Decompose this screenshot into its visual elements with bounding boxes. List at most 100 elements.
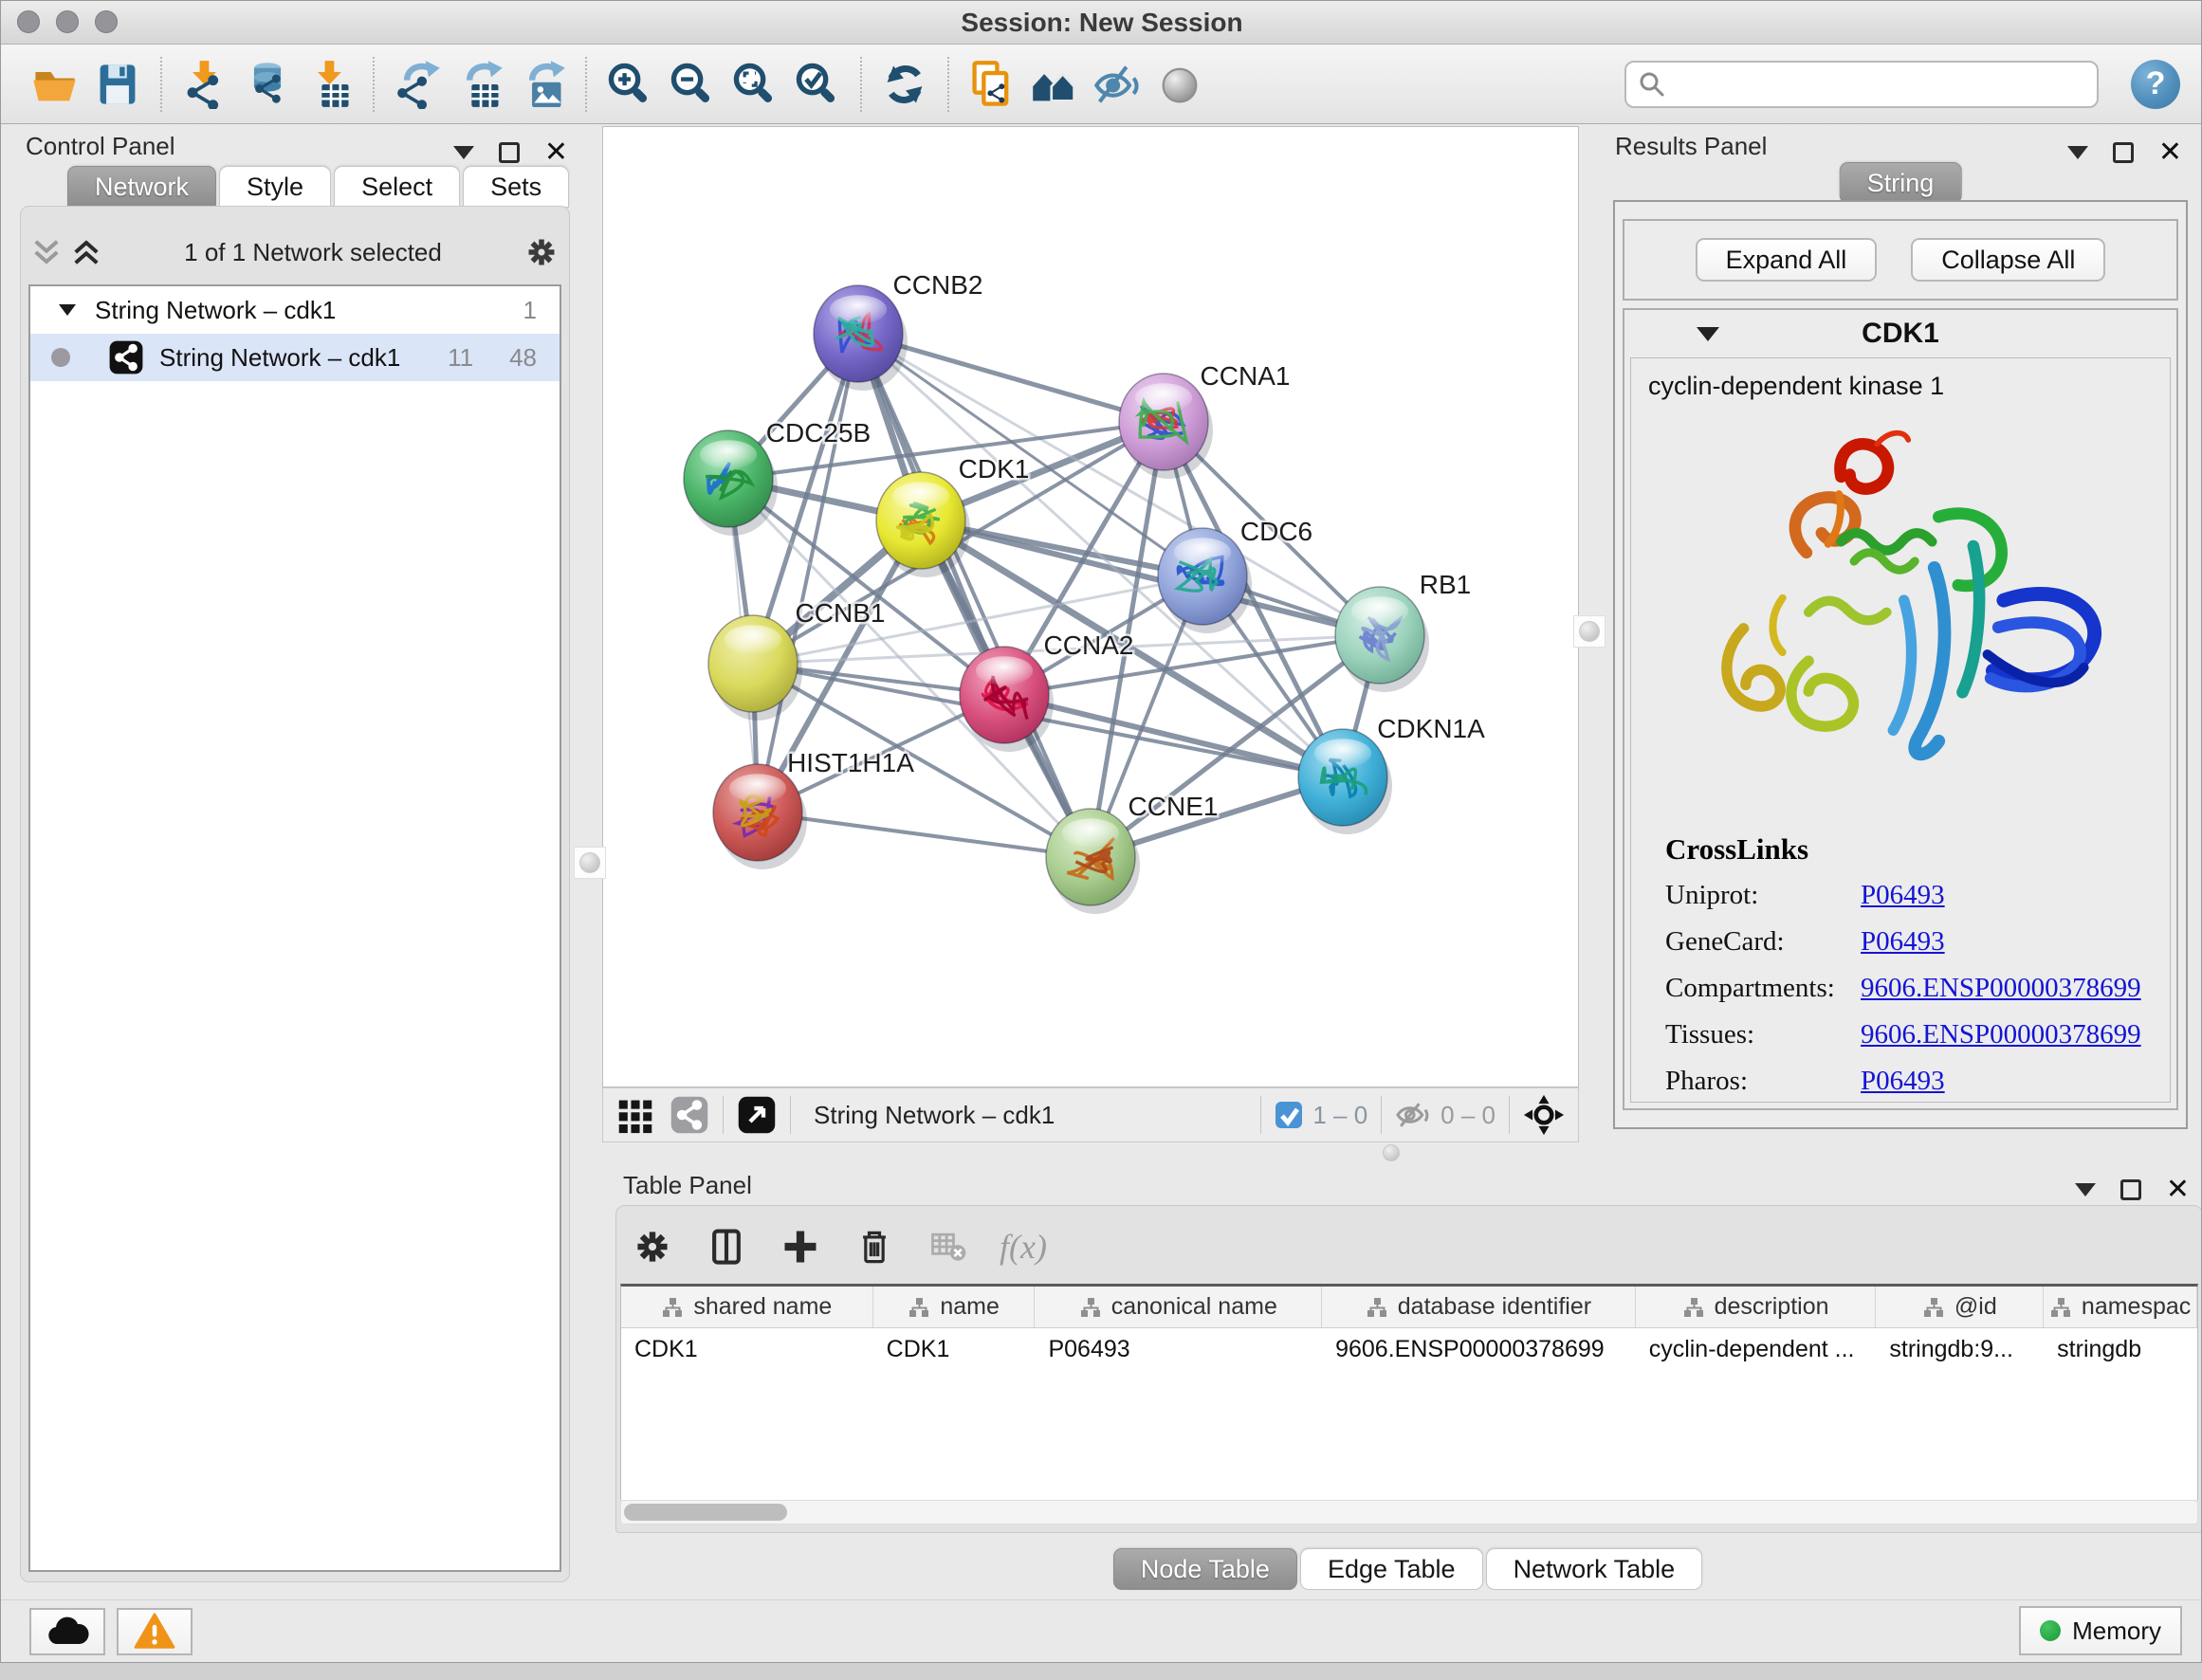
collapse-all-chevron-icon[interactable] [30,238,63,266]
network-node-HIST1H1A[interactable]: HIST1H1A [713,748,914,869]
network-node-CDKN1A[interactable]: CDKN1A [1298,714,1485,834]
birds-eye-view-icon[interactable] [737,1095,777,1135]
network-node-RB1[interactable]: RB1 [1335,570,1471,692]
tab-string[interactable]: String [1840,162,1962,204]
column-header-name[interactable]: name [873,1287,1036,1327]
selected-checkbox-icon[interactable] [1275,1101,1303,1129]
export-table-button[interactable] [449,53,511,116]
results-panel-title: Results Panel [1615,132,1767,161]
import-table-file-button[interactable] [299,53,361,116]
memory-status-dot [2040,1620,2061,1641]
network-collection-row[interactable]: String Network – cdk1 1 [30,286,560,334]
bottom-splitter-handle[interactable] [1378,1142,1404,1163]
network-overview-icon[interactable] [670,1095,709,1135]
export-image-button[interactable] [511,53,574,116]
search-box[interactable] [1624,61,2099,108]
table-cell[interactable]: P06493 [1035,1328,1322,1370]
table-cell[interactable]: stringdb:9... [1876,1328,2044,1370]
tab-select[interactable]: Select [334,166,460,208]
crosslink-label: Pharos: [1665,1066,1861,1097]
zoom-selected-button[interactable] [786,53,849,116]
crosslink-link[interactable]: 9606.ENSP00000378699 [1861,973,2141,1004]
column-header-database-identifier[interactable]: database identifier [1322,1287,1636,1327]
zoom-out-button[interactable] [661,53,724,116]
column-header-shared-name[interactable]: shared name [621,1287,873,1327]
help-button[interactable]: ? [2131,60,2180,109]
network-row-selected[interactable]: String Network – cdk1 11 48 [30,334,560,381]
table-cell[interactable]: CDK1 [873,1328,1036,1370]
first-neighbors-button[interactable] [1023,53,1086,116]
collapse-all-button[interactable]: Collapse All [1911,238,2105,282]
tab-edge-table[interactable]: Edge Table [1300,1548,1483,1590]
crosslinks-title: CrossLinks [1665,832,2158,867]
network-edge-CCNB2-CCNE1[interactable] [858,334,1091,857]
save-session-button[interactable] [86,53,149,116]
graphics-details-grid-icon[interactable] [616,1096,654,1134]
table-panel-close-icon[interactable]: ✕ [2166,1176,2190,1204]
open-session-button[interactable] [24,53,86,116]
network-node-CCNE1[interactable]: CCNE1 [1046,792,1218,914]
network-node-CDC6[interactable]: CDC6 [1158,517,1312,633]
svg-text:CDC6: CDC6 [1240,517,1312,546]
table-options-gear-button[interactable] [630,1224,675,1269]
apply-preferred-layout-button[interactable] [873,53,936,116]
results-panel-close-icon[interactable]: ✕ [2158,138,2182,167]
tab-sets[interactable]: Sets [463,166,569,208]
table-cell[interactable]: cyclin-dependent ... [1636,1328,1877,1370]
crosslink-link[interactable]: P06493 [1861,1066,1945,1097]
expand-all-chevron-icon[interactable] [70,238,102,266]
show-columns-button[interactable] [704,1224,749,1269]
results-panel-menu-icon[interactable] [2067,146,2088,159]
new-network-from-selection-button[interactable] [961,53,1023,116]
table-panel-float-icon[interactable] [2120,1179,2141,1200]
string-network-icon [108,339,144,375]
column-header-canonical-name[interactable]: canonical name [1035,1287,1322,1327]
tab-node-table[interactable]: Node Table [1113,1548,1297,1590]
crosslink-link[interactable]: P06493 [1861,880,1945,911]
table-cell[interactable]: CDK1 [621,1328,873,1370]
results-panel-float-icon[interactable] [2113,142,2134,163]
crosslink-link[interactable]: 9606.ENSP00000378699 [1861,1019,2141,1050]
memory-button[interactable]: Memory [2019,1606,2182,1655]
show-all-button[interactable] [1148,53,1211,116]
column-header-description[interactable]: description [1636,1287,1877,1327]
tab-network[interactable]: Network [67,166,216,208]
cloud-status-button[interactable] [29,1608,105,1655]
warnings-button[interactable] [117,1608,193,1655]
network-view-canvas[interactable]: CCNB2 CCNA1 CDC25B CDK1 CDC6 RB1 CCNB1 [602,126,1579,1087]
tab-style[interactable]: Style [219,166,331,208]
zoom-fit-button[interactable] [724,53,786,116]
import-network-file-button[interactable] [174,53,236,116]
gene-collapse-icon[interactable] [1697,327,1719,341]
expand-all-button[interactable]: Expand All [1696,238,1878,282]
gene-section-header[interactable]: CDK1 [1624,310,2176,357]
right-splitter-handle[interactable] [1573,615,1606,648]
control-panel-menu-icon[interactable] [453,146,474,159]
export-network-button[interactable] [386,53,449,116]
control-panel-close-icon[interactable]: ✕ [544,138,568,167]
hide-selected-button[interactable] [1086,53,1148,116]
network-node-CCNB2[interactable]: CCNB2 [814,270,982,391]
delete-columns-button[interactable] [852,1224,897,1269]
zoom-in-button[interactable] [598,53,661,116]
table-cell[interactable]: 9606.ENSP00000378699 [1322,1328,1636,1370]
search-input[interactable] [1666,69,2085,99]
create-column-button[interactable] [778,1224,823,1269]
table-hscrollbar[interactable] [620,1500,2198,1525]
table-panel-menu-icon[interactable] [2075,1183,2096,1196]
import-network-database-button[interactable] [236,53,299,116]
fit-selected-crosshair-icon[interactable] [1523,1094,1565,1136]
tab-network-table[interactable]: Network Table [1486,1548,1703,1590]
control-panel-float-icon[interactable] [499,142,520,163]
table-cell[interactable]: stringdb [2044,1328,2197,1370]
table-hscrollbar-thumb[interactable] [624,1504,787,1521]
column-header--id[interactable]: @id [1876,1287,2044,1327]
network-options-gear-icon[interactable] [523,234,560,270]
left-splitter-handle[interactable] [574,847,606,879]
tree-expand-icon[interactable] [57,302,78,318]
network-edge-CCNB2-HIST1H1A[interactable] [758,334,858,813]
column-header-namespac[interactable]: namespac [2044,1287,2197,1327]
hidden-eye-slash-icon[interactable] [1395,1101,1431,1129]
network-edge-HIST1H1A-CCNE1[interactable] [758,813,1091,857]
crosslink-link[interactable]: P06493 [1861,926,1945,958]
